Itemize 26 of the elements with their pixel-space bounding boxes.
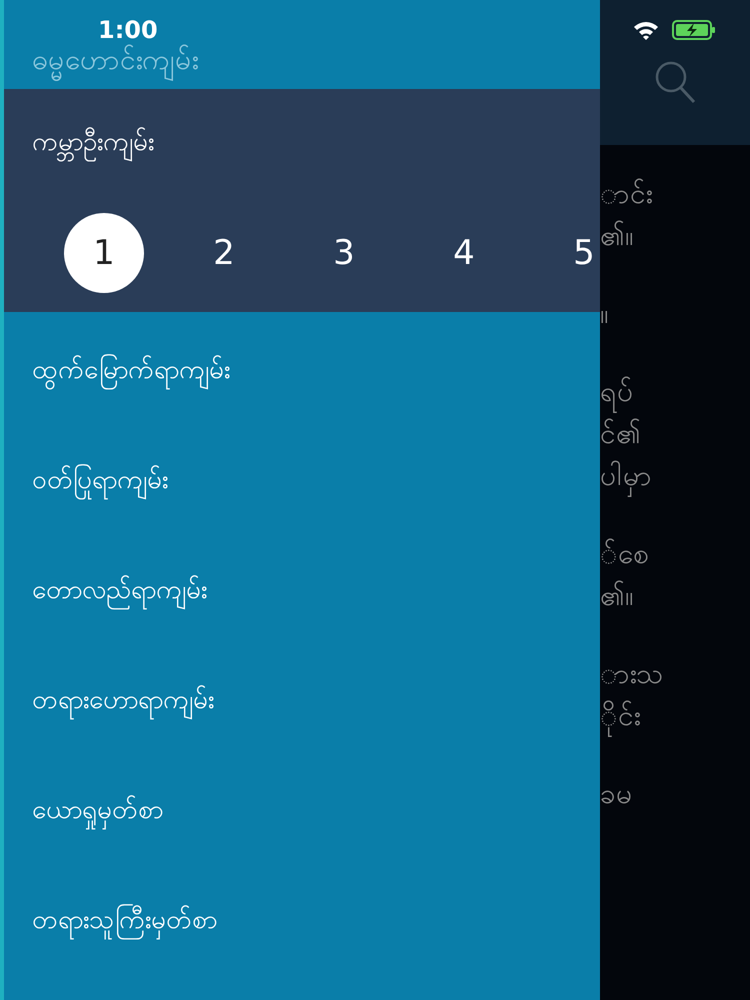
scripture-text: င်၏: [600, 416, 642, 452]
book-item[interactable]: ယောရှုမှတ်စာ: [32, 780, 600, 890]
book-item[interactable]: တောလည်ရာကျမ်း: [32, 560, 600, 670]
scripture-text: ရပ်: [600, 371, 750, 413]
scripture-text: ခမ: [600, 776, 634, 812]
scripture-text: ။: [600, 296, 610, 332]
scripture-text: ၏။: [600, 218, 635, 254]
book-title[interactable]: ကမ္ဘာဦးကျမ်း: [32, 118, 600, 165]
chapter-button[interactable]: 1: [64, 212, 144, 293]
scripture-text: ပါမှာ: [600, 455, 750, 497]
book-item[interactable]: ထွက်မြောက်ရာကျမ်း: [32, 340, 600, 450]
chapter-button[interactable]: 5: [544, 212, 600, 293]
scripture-text: ားသ: [600, 656, 665, 692]
wifi-icon: [632, 19, 660, 41]
book-item[interactable]: တရားသူကြီးမှတ်စာ: [32, 890, 600, 1000]
scripture-text: ၏။: [600, 578, 635, 614]
book-item[interactable]: တရားဟောရာကျမ်း: [32, 670, 600, 780]
scripture-text: ိုင်း: [600, 695, 750, 737]
book-item[interactable]: ဝတ်ပြုရာကျမ်း: [32, 450, 600, 560]
battery-icon: [672, 19, 716, 41]
search-icon[interactable]: [654, 60, 696, 104]
scripture-text: ာင်း: [600, 176, 653, 212]
chapter-button[interactable]: 3: [304, 212, 384, 293]
chapter-button[interactable]: 2: [184, 212, 264, 293]
chapter-button[interactable]: 4: [424, 212, 504, 293]
scripture-text: ်စေ: [600, 536, 650, 572]
